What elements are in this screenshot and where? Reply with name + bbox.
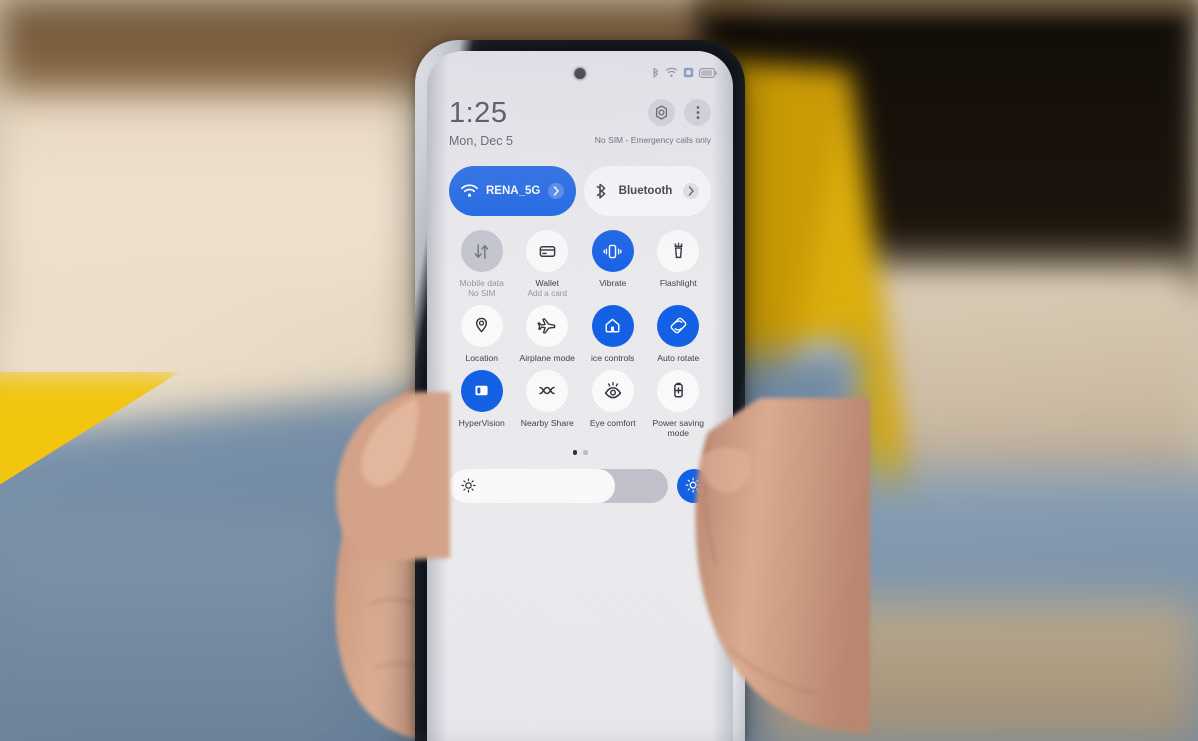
tile-label: Wallet [535, 278, 560, 288]
tile-eye-comfort[interactable]: Eye comfort [580, 369, 646, 439]
clock-time: 1:25 [449, 97, 508, 129]
tile-label: ice controls [591, 352, 635, 363]
flashlight-icon [674, 242, 683, 258]
eye-icon [604, 382, 621, 399]
page-dot-2[interactable] [583, 450, 588, 455]
quick-settings-panel: 1:25 Mon, Dec 5 No SIM - Emergency calls… [427, 51, 733, 503]
hypervision-icon [475, 385, 488, 396]
airplane-icon [537, 318, 556, 334]
hand-front [690, 398, 870, 741]
tile-icon-wrap [526, 230, 569, 272]
carrier-status: No SIM - Emergency calls only [594, 135, 711, 145]
clock-block: 1:25 Mon, Dec 5 [449, 97, 513, 149]
tile-label: Location [465, 352, 499, 363]
chevron-right-icon [688, 186, 694, 196]
more-vertical-icon [696, 106, 699, 119]
wifi-pill-label: RENA_5G [486, 185, 540, 197]
card-icon [539, 245, 556, 257]
wifi-pill-chevron[interactable] [548, 183, 564, 199]
settings-button[interactable] [648, 99, 675, 126]
tile-flashlight[interactable]: Flashlight [646, 230, 712, 299]
bluetooth-icon [596, 183, 606, 199]
background-mat-left [0, 520, 330, 741]
tile-airplane-mode[interactable]: Airplane mode [515, 304, 581, 364]
tile-auto-rotate[interactable]: Auto rotate [646, 304, 712, 364]
gear-icon [655, 105, 668, 120]
battery-plus-icon [673, 382, 683, 398]
panel-header: 1:25 Mon, Dec 5 No SIM - Emergency calls… [449, 99, 711, 148]
background-top-trim [700, 0, 1198, 14]
nearby-share-icon [539, 386, 555, 395]
wifi-icon [461, 184, 478, 197]
tile-vibrate[interactable]: Vibrate [580, 230, 646, 299]
bluetooth-pill-label: Bluetooth [618, 185, 673, 197]
tile-icon-wrap [526, 304, 569, 347]
tile-icon-wrap [526, 369, 569, 412]
bluetooth-pill-chevron[interactable] [683, 183, 699, 199]
tile-location[interactable]: Location [449, 304, 515, 364]
brightness-slider-fill [449, 468, 616, 503]
brightness-row: A [449, 468, 711, 503]
overflow-menu-button[interactable] [684, 99, 711, 126]
tile-icon-wrap [460, 230, 503, 272]
tile-label: Vibrate [599, 278, 627, 288]
quick-tiles-grid: Mobile data No SIM Wallet Add a card Vib… [449, 230, 711, 439]
tile-icon-wrap [591, 369, 634, 412]
brightness-slider[interactable] [449, 468, 668, 503]
brightness-icon [461, 478, 476, 493]
tile-device-controls[interactable]: ice controls [580, 304, 646, 364]
chevron-right-icon [553, 186, 559, 196]
tile-label: HyperVision [458, 417, 505, 428]
tile-label: Mobile data [459, 278, 504, 288]
tile-sublabel: No SIM [468, 288, 496, 298]
tile-label: Auto rotate [657, 352, 700, 363]
bluetooth-pill[interactable]: Bluetooth [584, 166, 711, 216]
home-icon [605, 319, 620, 333]
tile-icon-wrap [591, 304, 634, 347]
tile-icon-wrap [460, 304, 503, 347]
tile-icon-wrap [460, 369, 503, 412]
page-dot-1[interactable] [572, 450, 577, 455]
tile-icon-wrap [657, 230, 700, 272]
header-right: No SIM - Emergency calls only [595, 99, 711, 145]
tile-label: Flashlight [659, 278, 697, 288]
tile-nearby-share[interactable]: Nearby Share [515, 369, 581, 439]
tile-label: Nearby Share [520, 417, 574, 428]
auto-rotate-icon [670, 318, 687, 334]
phone-screen: 1:25 Mon, Dec 5 No SIM - Emergency calls… [427, 51, 733, 741]
tile-label: Airplane mode [519, 352, 575, 363]
thumb [330, 392, 450, 562]
tile-icon-wrap [657, 304, 700, 347]
location-pin-icon [476, 318, 488, 333]
connectivity-pills: RENA_5G Bluetooth [449, 166, 711, 216]
tile-icon-wrap [591, 230, 634, 272]
vibrate-icon [603, 244, 622, 258]
wifi-pill[interactable]: RENA_5G [449, 166, 576, 216]
tile-sublabel: Add a card [527, 288, 568, 298]
tile-label: Eye comfort [589, 417, 636, 428]
clock-date: Mon, Dec 5 [449, 134, 513, 148]
page-indicator [449, 450, 711, 455]
tile-mobile-data[interactable]: Mobile data No SIM [449, 230, 515, 299]
header-buttons [648, 99, 711, 126]
data-transfer-icon [474, 243, 489, 259]
tile-wallet[interactable]: Wallet Add a card [515, 230, 581, 299]
tile-hypervision[interactable]: HyperVision [449, 369, 515, 439]
screenshot-stage: 1:25 Mon, Dec 5 No SIM - Emergency calls… [0, 0, 1198, 741]
